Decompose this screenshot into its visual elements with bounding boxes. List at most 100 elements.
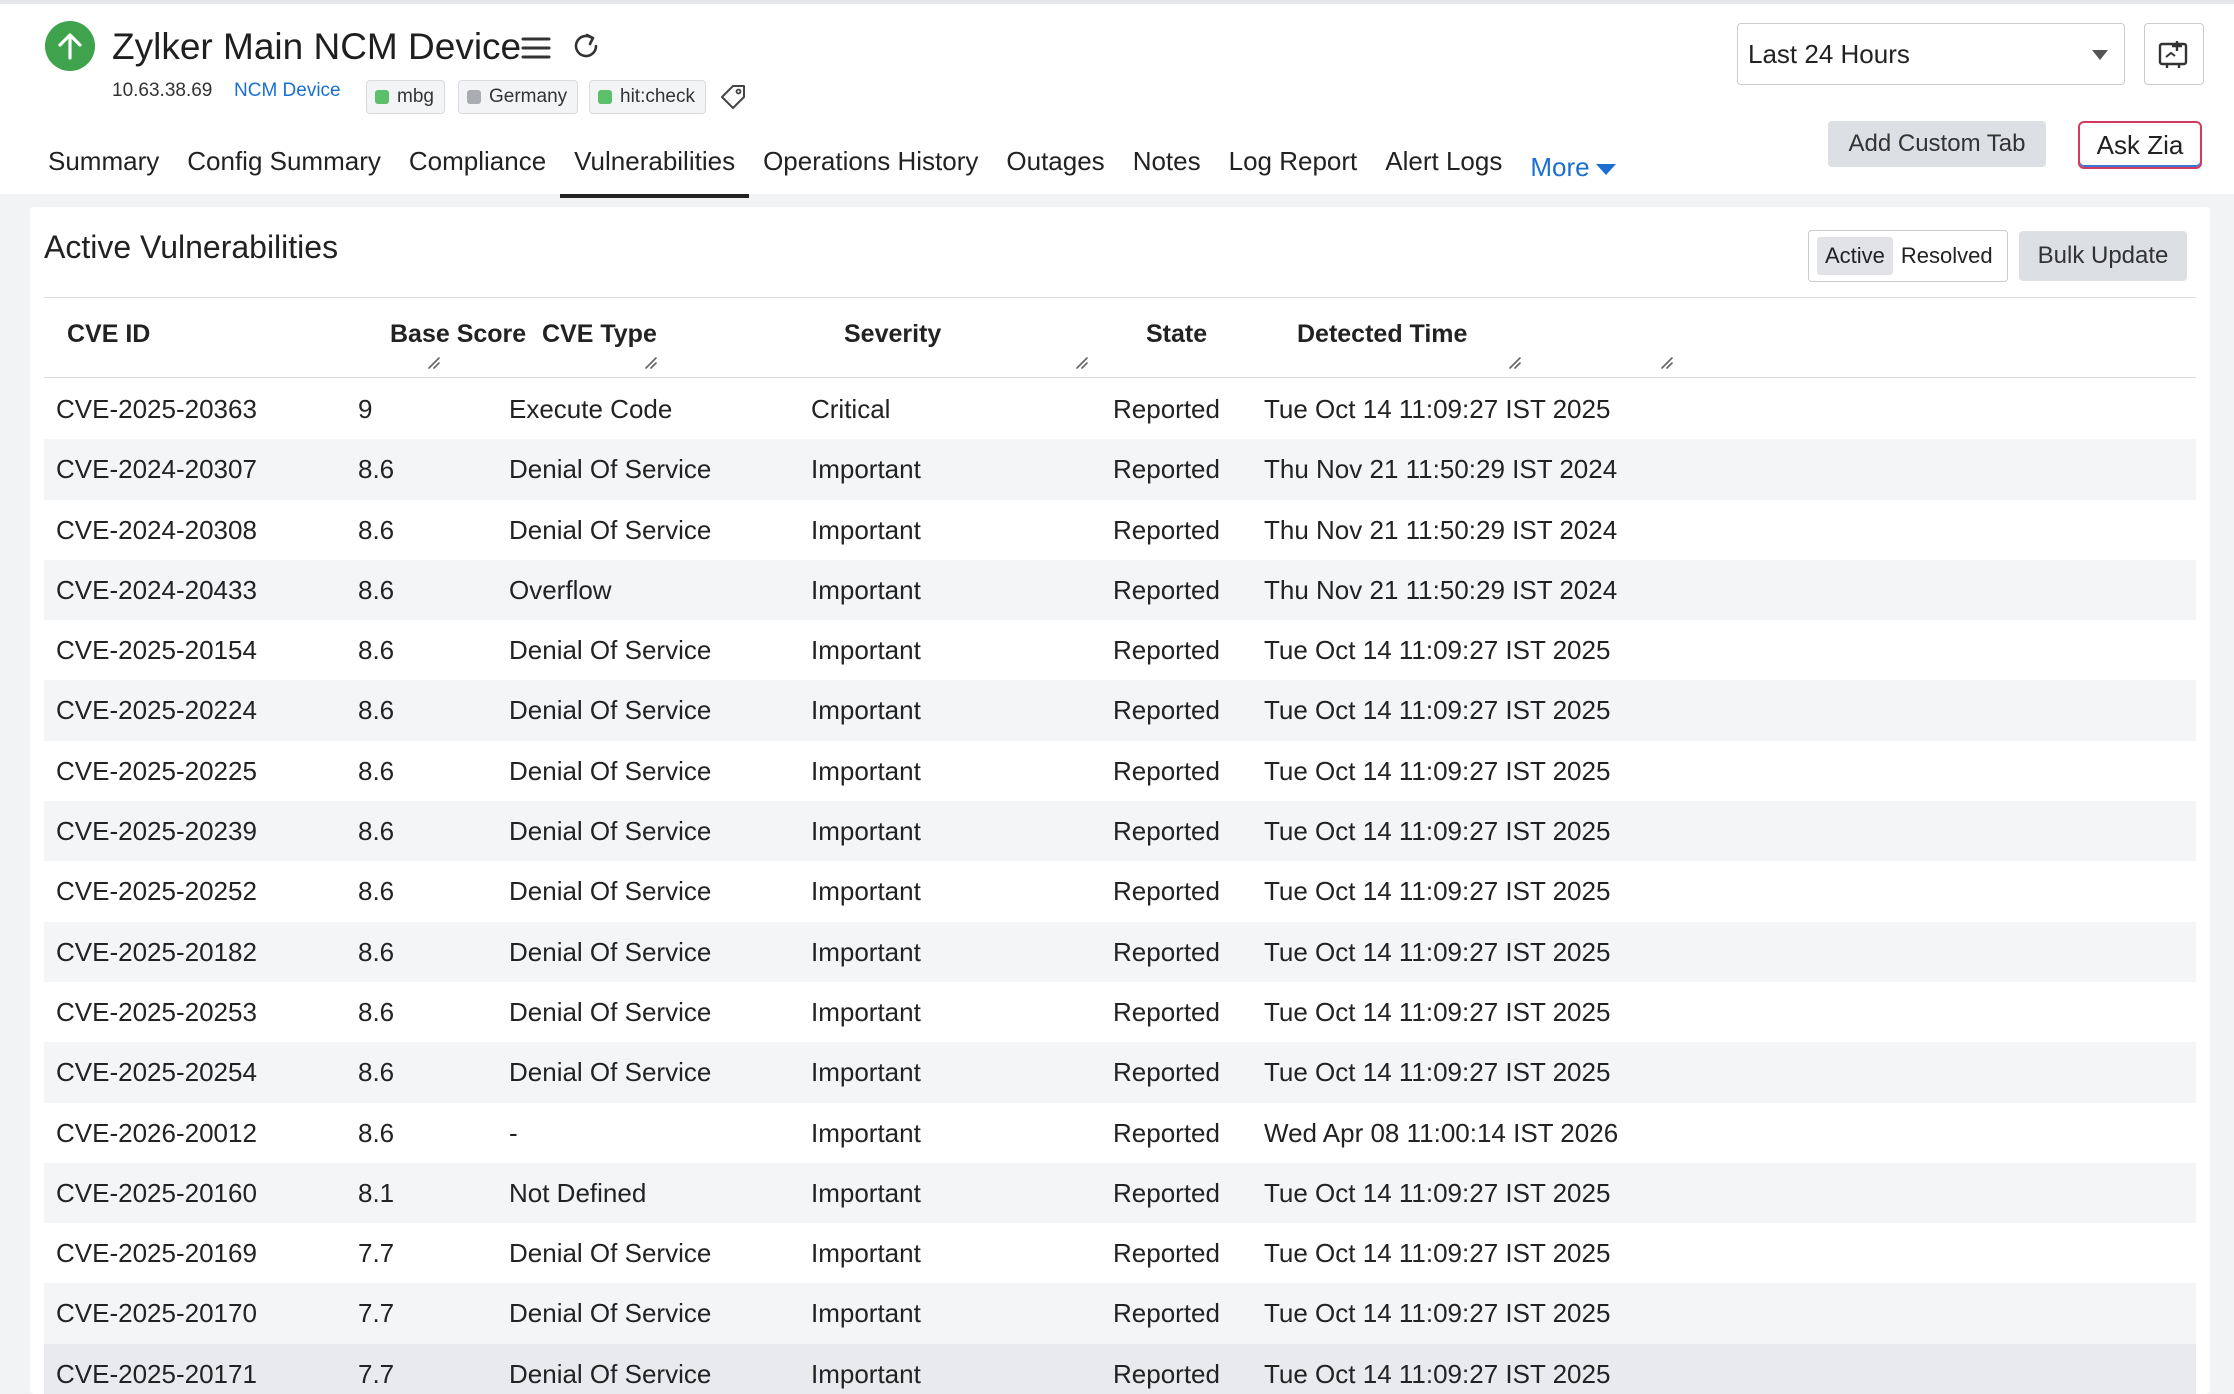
cell-cve-id[interactable]: CVE-2025-20225 (56, 741, 257, 801)
cell-cve-id[interactable]: CVE-2025-20253 (56, 982, 257, 1042)
tab-outages[interactable]: Outages (992, 136, 1118, 198)
cell-detected-time: Wed Apr 08 11:00:14 IST 2026 (1264, 1117, 1619, 1148)
table-row[interactable]: CVE-2024-20307 8.6 Denial Of Service Import… (44, 439, 2196, 500)
device-ip: 10.63.38.69 (112, 80, 213, 101)
cell-cve-id[interactable]: CVE-2026-20012 (56, 1103, 257, 1163)
cell-cve-id[interactable]: CVE-2025-20160 (56, 1163, 257, 1223)
cell-cve-id[interactable]: CVE-2025-20170 (56, 1283, 257, 1343)
table-row[interactable]: CVE-2025-20254 8.6 Denial Of Service Import… (44, 1042, 2196, 1103)
tag-icon[interactable] (718, 82, 748, 112)
cell-detected-time: Thu Nov 21 11:50:29 IST 2024 (1264, 454, 1618, 485)
column-resize-icon[interactable] (1075, 356, 1091, 370)
cell-state: Reported (1113, 755, 1220, 786)
table-row[interactable]: CVE-2026-20012 8.6 - Important Reported Wed A… (44, 1103, 2196, 1163)
table-row[interactable]: CVE-2025-20225 8.6 Denial Of Service Import… (44, 741, 2196, 801)
column-header-base-score[interactable]: Base Score (390, 298, 526, 378)
device-title: Zylker Main NCM Device (112, 26, 522, 67)
table-row[interactable]: CVE-2025-20252 8.6 Denial Of Service Import… (44, 861, 2196, 921)
cell-base-score: 7.7 (358, 1358, 395, 1389)
cell-severity: Important (811, 514, 921, 545)
cell-cve-id[interactable]: CVE-2025-20363 (56, 379, 257, 439)
tag-label: hit:check (620, 86, 695, 107)
tab-alert-logs[interactable]: Alert Logs (1371, 136, 1516, 198)
table-row[interactable]: CVE-2025-20170 7.7 Denial Of Service Import… (44, 1283, 2196, 1344)
cell-cve-id[interactable]: CVE-2024-20308 (56, 500, 257, 560)
bulk-update-button[interactable]: Bulk Update (2019, 231, 2187, 281)
column-header-cve-id[interactable]: CVE ID (67, 298, 150, 378)
cell-severity: Important (811, 574, 921, 605)
device-type-link[interactable]: NCM Device (234, 80, 341, 102)
toggle-resolved[interactable]: Resolved (1893, 237, 2001, 275)
cell-cve-id[interactable]: CVE-2025-20182 (56, 922, 257, 982)
cell-cve-id[interactable]: CVE-2025-20171 (56, 1344, 257, 1394)
table-row[interactable]: CVE-2025-20363 9 Execute Code Critical Repor… (44, 379, 2196, 439)
column-header-cve-type[interactable]: CVE Type (542, 298, 657, 378)
time-period-select[interactable]: Last 24 Hours (1737, 23, 2125, 85)
tab-notes[interactable]: Notes (1119, 136, 1215, 198)
tab-config-summary[interactable]: Config Summary (173, 136, 395, 198)
cell-severity: Important (811, 454, 921, 485)
caret-down-icon (1595, 163, 1616, 175)
cell-cve-id[interactable]: CVE-2025-20224 (56, 680, 257, 740)
cell-detected-time: Tue Oct 14 11:09:27 IST 2025 (1264, 695, 1611, 726)
column-resize-icon[interactable] (1508, 356, 1524, 370)
tab-bar: Summary Config Summary Compliance Vulner… (34, 136, 1630, 198)
table-row[interactable]: CVE-2025-20239 8.6 Denial Of Service Import… (44, 801, 2196, 862)
table-row[interactable]: CVE-2024-20308 8.6 Denial Of Service Import… (44, 500, 2196, 560)
add-to-dashboard-button[interactable] (2144, 23, 2204, 85)
cell-cve-id[interactable]: CVE-2025-20169 (56, 1223, 257, 1283)
column-resize-icon[interactable] (427, 356, 443, 370)
table-row[interactable]: CVE-2025-20169 7.7 Denial Of Service Import… (44, 1223, 2196, 1283)
column-resize-icon[interactable] (644, 356, 660, 370)
add-custom-tab-button[interactable]: Add Custom Tab (1828, 121, 2046, 167)
cell-cve-type: Not Defined (509, 1177, 647, 1208)
cell-detected-time: Tue Oct 14 11:09:27 IST 2025 (1264, 1298, 1611, 1329)
tab-more[interactable]: More (1516, 136, 1629, 198)
table-row[interactable]: CVE-2025-20171 7.7 Denial Of Service Import… (44, 1343, 2196, 1394)
cell-detected-time: Thu Nov 21 11:50:29 IST 2024 (1264, 574, 1618, 605)
cell-cve-id[interactable]: CVE-2025-20239 (56, 801, 257, 861)
tab-vulnerabilities[interactable]: Vulnerabilities (560, 136, 749, 198)
column-header-severity[interactable]: Severity (844, 298, 941, 378)
cell-cve-id[interactable]: CVE-2025-20254 (56, 1042, 257, 1102)
tab-operations-history[interactable]: Operations History (749, 136, 992, 198)
column-resize-icon[interactable] (1660, 356, 1676, 370)
cell-cve-type: Denial Of Service (509, 1298, 712, 1329)
refresh-icon[interactable] (570, 30, 602, 62)
cell-detected-time: Tue Oct 14 11:09:27 IST 2025 (1264, 1177, 1611, 1208)
cell-cve-id[interactable]: CVE-2024-20307 (56, 439, 257, 499)
cell-state: Reported (1113, 635, 1220, 666)
tag-germany[interactable]: Germany (458, 80, 579, 114)
toggle-active[interactable]: Active (1817, 237, 1893, 275)
cell-cve-type: Denial Of Service (509, 1057, 712, 1088)
cell-severity: Important (811, 1298, 921, 1329)
cell-cve-id[interactable]: CVE-2025-20154 (56, 620, 257, 680)
cell-base-score: 8.6 (358, 996, 395, 1027)
tab-log-report[interactable]: Log Report (1215, 136, 1372, 198)
time-period-value: Last 24 Hours (1748, 38, 1910, 69)
table-row[interactable]: CVE-2025-20154 8.6 Denial Of Service Import… (44, 620, 2196, 680)
cell-severity: Important (811, 996, 921, 1027)
more-label: More (1530, 152, 1590, 182)
cell-base-score: 8.6 (358, 755, 395, 786)
cell-cve-id[interactable]: CVE-2024-20433 (56, 560, 257, 620)
table-row[interactable]: CVE-2025-20160 8.1 Not Defined Important Rep… (44, 1162, 2196, 1224)
column-header-state[interactable]: State (1146, 298, 1207, 378)
table-row[interactable]: CVE-2025-20253 8.6 Denial Of Service Import… (44, 982, 2196, 1042)
column-header-detected-time[interactable]: Detected Time (1297, 298, 1467, 378)
hamburger-menu-icon[interactable] (520, 34, 552, 62)
tag-hit-check[interactable]: hit:check (589, 80, 706, 114)
tag-mbg[interactable]: mbg (366, 80, 445, 114)
table-row[interactable]: CVE-2025-20182 8.6 Denial Of Service Import… (44, 921, 2196, 982)
cell-state: Reported (1113, 1057, 1220, 1088)
cell-severity: Important (811, 1238, 921, 1269)
cell-base-score: 8.6 (358, 574, 395, 605)
table-row[interactable]: CVE-2025-20224 8.6 Denial Of Service Import… (44, 680, 2196, 741)
ask-zia-button[interactable]: Ask Zia (2078, 121, 2202, 169)
tab-summary[interactable]: Summary (34, 136, 173, 198)
tab-compliance[interactable]: Compliance (395, 136, 560, 198)
cell-cve-id[interactable]: CVE-2025-20252 (56, 861, 257, 921)
cell-detected-time: Thu Nov 21 11:50:29 IST 2024 (1264, 514, 1618, 545)
tag-color-dot (598, 90, 612, 104)
table-row[interactable]: CVE-2024-20433 8.6 Overflow Important Report… (44, 559, 2196, 621)
